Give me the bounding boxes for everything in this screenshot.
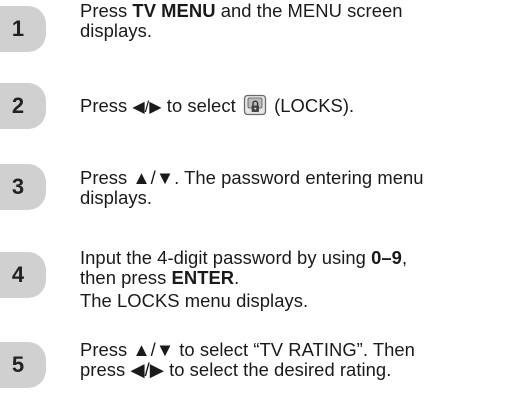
step-number-badge: 4: [0, 252, 46, 298]
text-run: ,: [401, 247, 408, 268]
text-run: Input the 4-digit password by using: [80, 247, 372, 268]
step-line: The LOCKS menu displays.: [80, 290, 309, 311]
step-line: Input the 4-digit password by using 0–9,: [80, 248, 506, 268]
step-line: press ◀/▶ to select the desired rating.: [80, 359, 392, 380]
step-line: displays.: [80, 187, 153, 208]
step-text: Press ▲/▼. The password entering menu di…: [80, 168, 506, 208]
text-run: Press: [80, 0, 133, 21]
step-line: then press ENTER.: [80, 268, 506, 288]
step-line: Press TV MENU and the MENU screen: [80, 1, 506, 21]
step-text: Press TV MENU and the MENU screen displa…: [80, 1, 506, 41]
bold-text-run: TV MENU: [132, 0, 216, 21]
step-number-badge: 2: [0, 83, 46, 129]
text-run: Press: [80, 95, 133, 116]
step-line: Press ▲/▼. The password entering menu: [80, 167, 424, 188]
step-number: 3: [11, 174, 25, 199]
locks-icon: [243, 94, 267, 116]
step-text: Press ◀/▶ to select (LOCKS).: [80, 94, 506, 118]
text-run: and the MENU screen: [215, 0, 403, 21]
step-line: Press ▲/▼ to select “TV RATING”. Then: [80, 339, 415, 360]
step-line: Press ◀/▶ to select (LOCKS).: [80, 94, 506, 118]
text-run: then press: [80, 267, 172, 288]
step-number-badge: 1: [0, 6, 46, 52]
left-right-arrows: ◀/▶: [132, 99, 162, 116]
step-text: Press ▲/▼ to select “TV RATING”. Then pr…: [80, 340, 506, 380]
step-number: 5: [11, 352, 25, 377]
text-run: to select: [161, 95, 241, 116]
step-number: 4: [11, 262, 25, 287]
text-run: .: [234, 267, 240, 288]
step-text: Input the 4-digit password by using 0–9,…: [80, 248, 506, 311]
step-number-badge: 5: [0, 342, 46, 388]
step-number-badge: 3: [0, 164, 46, 210]
step-number: 1: [11, 16, 25, 41]
text-run: (LOCKS).: [268, 95, 355, 116]
step-line: displays.: [80, 20, 153, 41]
bold-text-run: ENTER: [171, 267, 235, 288]
bold-text-run: 0–9: [371, 247, 402, 268]
step-number: 2: [11, 93, 25, 118]
